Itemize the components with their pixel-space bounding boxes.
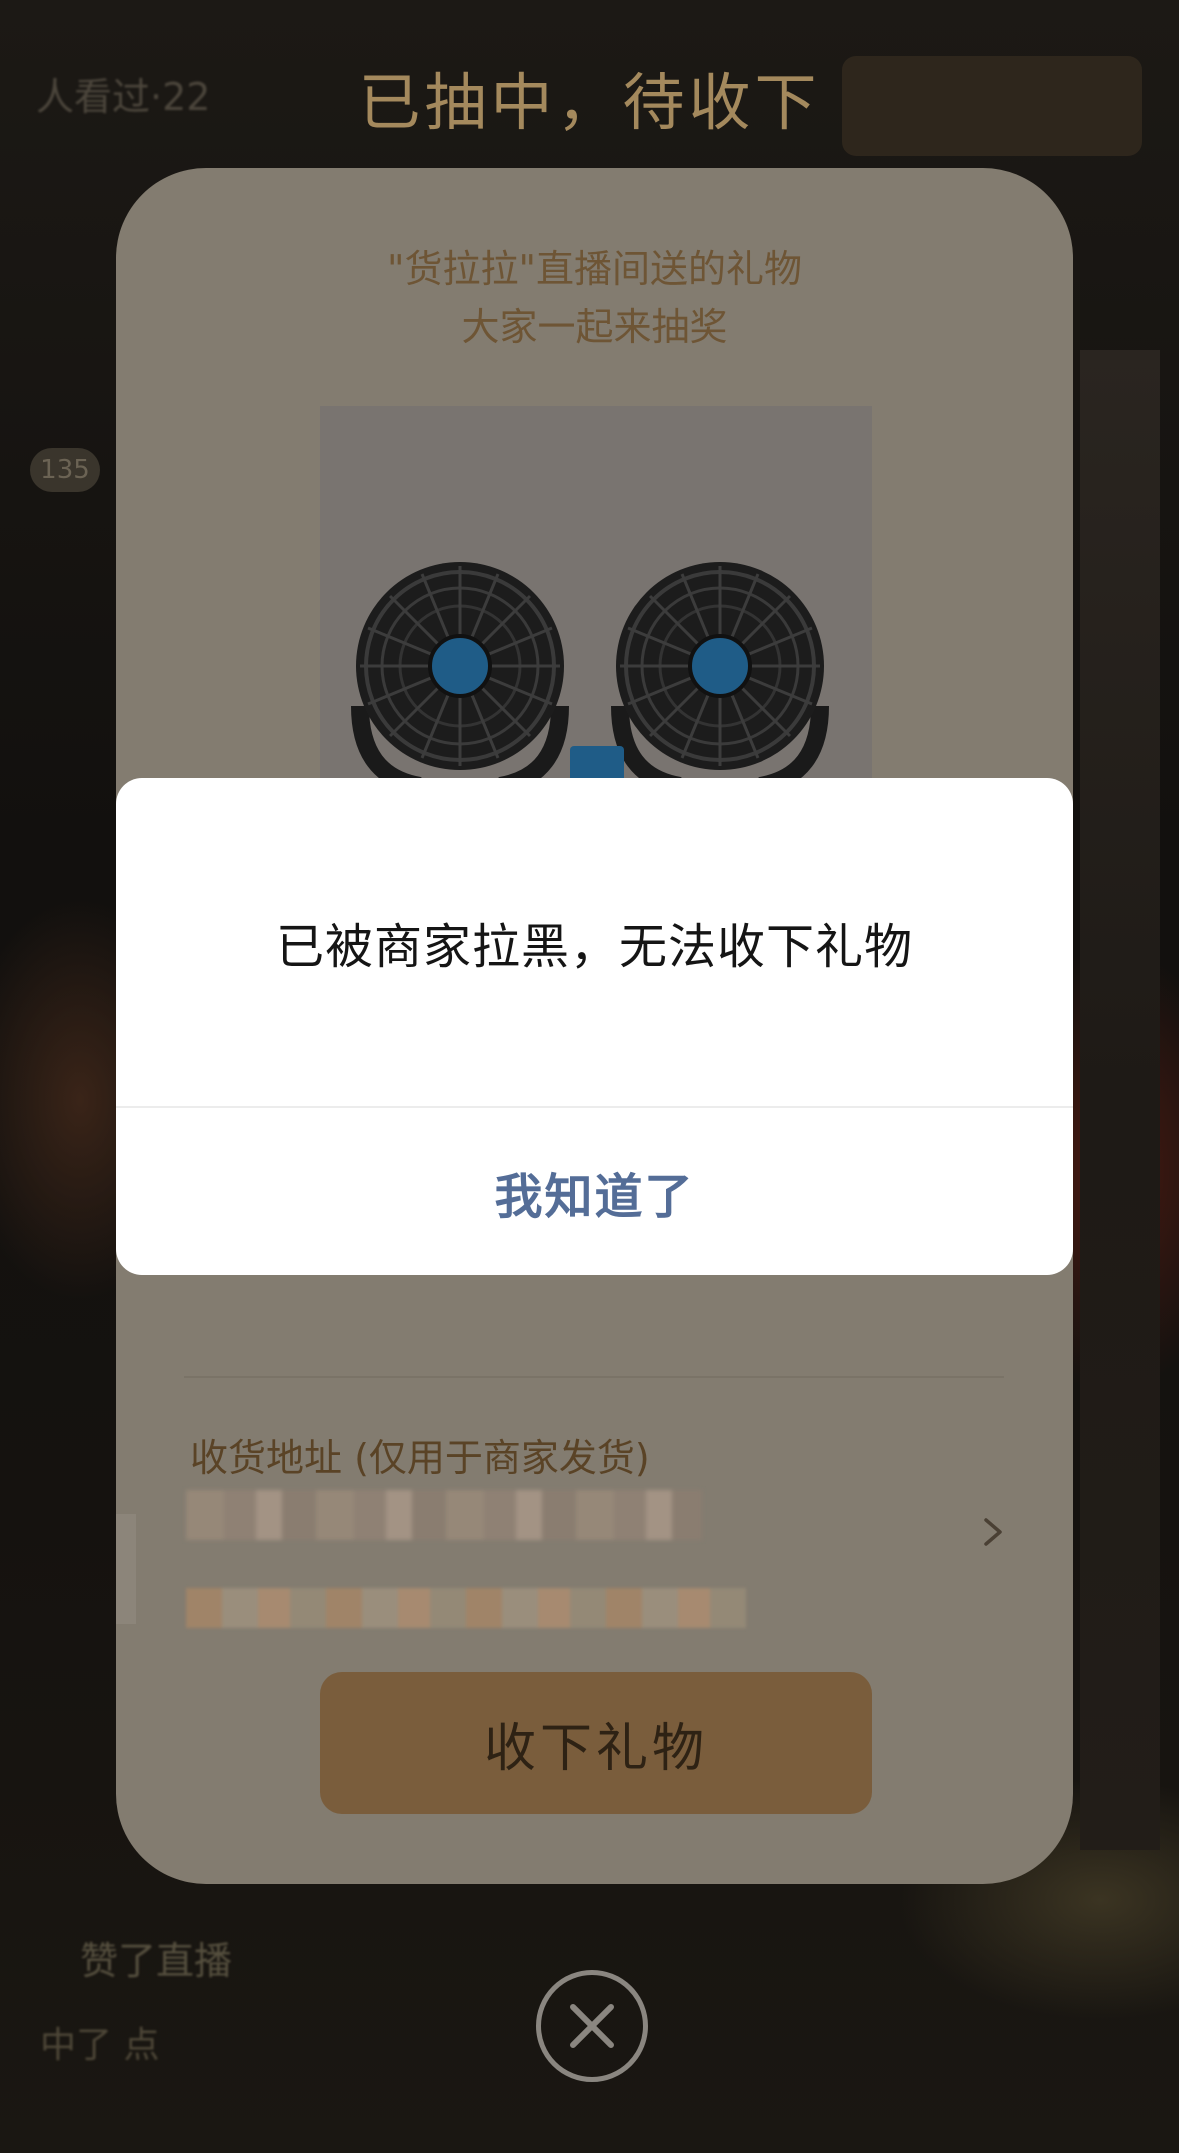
address-redacted-line1[interactable] <box>186 1490 702 1540</box>
background-side-strip <box>1080 350 1160 1850</box>
background-count-badge: 135 <box>30 448 100 492</box>
close-icon <box>570 2004 614 2048</box>
close-button[interactable] <box>536 1970 648 2082</box>
background-liked-message: 赞了直播 <box>80 1939 233 1983</box>
alert-message: 已被商家拉黑，无法收下礼物 <box>275 919 913 975</box>
address-label: 收货地址 (仅用于商家发货) <box>190 1436 650 1480</box>
gift-subtitle: "货拉拉"直播间送的礼物 大家一起来抽奖 <box>116 240 1073 356</box>
chevron-right-icon[interactable] <box>978 1512 1008 1552</box>
address-redacted-line2[interactable] <box>186 1588 746 1628</box>
page-title: 已抽中，待收下 <box>358 66 821 139</box>
address-blur-edge <box>116 1514 136 1624</box>
address-divider <box>184 1376 1004 1378</box>
got-it-button[interactable]: 我知道了 <box>116 1108 1073 1275</box>
gift-subtitle-line2: 大家一起来抽奖 <box>461 305 728 349</box>
accept-gift-button[interactable]: 收下礼物 <box>320 1672 872 1814</box>
background-won-message: 中了 点 <box>40 2025 160 2066</box>
alert-dialog: 已被商家拉黑，无法收下礼物 我知道了 <box>116 778 1073 1275</box>
gift-subtitle-line1: "货拉拉"直播间送的礼物 <box>387 247 802 291</box>
